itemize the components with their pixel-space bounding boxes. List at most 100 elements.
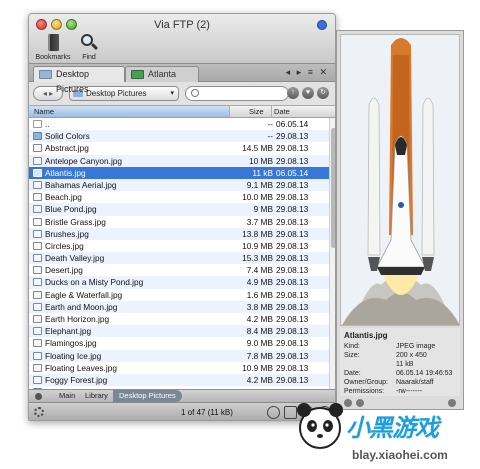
file-name: Floating Ice.jpg: [45, 350, 102, 361]
file-list: .. -- 06.05.14 Solid Colors -- 29.08.13 Abstra…: [29, 118, 329, 389]
upload-icon[interactable]: ↑: [287, 87, 299, 99]
image-file-icon: [33, 241, 42, 250]
image-file-icon: [33, 315, 42, 323]
file-size: 9.1 MB: [246, 179, 273, 190]
file-date: 29.08.13: [276, 204, 309, 215]
column-size-header[interactable]: Size: [249, 107, 264, 116]
file-date: 29.08.13: [276, 362, 309, 373]
search-input[interactable]: [185, 86, 289, 101]
file-date: 29.08.13: [276, 277, 309, 288]
image-file-icon: [33, 327, 42, 336]
search-icon: [191, 89, 199, 97]
file-date: 29.08.13: [276, 265, 309, 276]
list-scrollbar[interactable]: [329, 118, 335, 389]
column-date-header[interactable]: Date: [274, 107, 290, 116]
info-row: Owner/Group: Naarak/staff: [340, 379, 460, 388]
info-row: 11 kB: [340, 361, 460, 370]
file-date: 06.05.14: [276, 167, 309, 178]
file-row[interactable]: Eagle & Waterfall.jpg 1.6 MB 29.08.13: [29, 289, 329, 301]
file-row[interactable]: .. -- 06.05.14: [29, 118, 329, 130]
info-key: Kind:: [344, 343, 360, 350]
file-row[interactable]: Bahamas Aerial.jpg 9.1 MB 29.08.13: [29, 178, 329, 192]
file-date: 29.08.13: [276, 338, 309, 349]
file-name: Elephant.jpg: [45, 326, 92, 337]
file-row[interactable]: Brushes.jpg 13.8 MB 29.08.13: [29, 227, 329, 240]
file-row[interactable]: Earth and Moon.jpg 3.8 MB 29.08.13: [29, 300, 329, 313]
file-row[interactable]: Earth Horizon.jpg 4.2 MB 29.08.13: [29, 313, 329, 325]
image-file-icon: [33, 193, 42, 202]
file-size: 4.9 MB: [246, 277, 273, 288]
file-date: 29.08.13: [276, 326, 309, 337]
info-value: 11 kB: [396, 361, 414, 368]
folder-icon: [39, 70, 52, 79]
file-name: Solid Colors: [45, 131, 90, 142]
preview-filename: Atlantis.jpg: [344, 331, 388, 340]
file-name: Brushes.jpg: [45, 228, 89, 239]
file-row[interactable]: Floating Leaves.jpg 10.9 MB 29.08.13: [29, 362, 329, 374]
file-name: Floating Leaves.jpg: [45, 362, 117, 373]
breadcrumb-item[interactable]: Main: [59, 390, 75, 402]
file-name: Blue Pond.jpg: [45, 204, 97, 215]
space-shuttle-image: [341, 35, 459, 325]
image-file-icon: [33, 168, 42, 177]
breadcrumb-item-current[interactable]: Desktop Pictures: [113, 390, 182, 402]
tab-controls[interactable]: ◂ ▸ ≡ ✕: [286, 67, 329, 78]
file-size: 11 kB: [252, 167, 273, 178]
breadcrumb-item[interactable]: Library: [85, 390, 108, 402]
info-value: -rw-------: [396, 388, 423, 395]
file-size: 3.8 MB: [246, 301, 273, 312]
image-file-icon: [33, 217, 42, 226]
file-row[interactable]: Bristle Grass.jpg 3.7 MB 29.08.13: [29, 216, 329, 228]
info-row: Kind: JPEG image: [340, 343, 460, 352]
file-row[interactable]: Blue Pond.jpg 9 MB 29.08.13: [29, 203, 329, 216]
book-icon: [48, 34, 59, 51]
file-size: --: [267, 119, 273, 129]
column-name-header[interactable]: Name: [34, 107, 54, 116]
file-date: 29.08.13: [276, 131, 309, 142]
file-row[interactable]: Desert.jpg 7.4 MB 29.08.13: [29, 264, 329, 276]
image-file-icon: [33, 363, 42, 372]
tab-desktop-pictures[interactable]: Desktop Pictures: [33, 66, 125, 94]
file-row[interactable]: Death Valley.jpg 15.3 MB 29.08.13: [29, 252, 329, 265]
file-size: 15.3 MB: [242, 253, 273, 264]
preview-panel: Atlantis.jpg Kind: JPEG image Size: 200 x 4…: [336, 30, 464, 410]
file-size: --: [267, 131, 273, 142]
file-row[interactable]: Solid Colors -- 29.08.13: [29, 130, 329, 143]
file-row[interactable]: Floating Ice.jpg 7.8 MB 29.08.13: [29, 349, 329, 362]
file-row[interactable]: Elephant.jpg 8.4 MB 29.08.13: [29, 325, 329, 338]
file-size: 9.0 MB: [246, 338, 273, 349]
file-row[interactable]: Antelope Canyon.jpg 10 MB 29.08.13: [29, 154, 329, 167]
image-file-icon: [33, 339, 42, 348]
find-button[interactable]: Find: [67, 33, 111, 61]
file-size: 10.9 MB: [242, 362, 273, 373]
favorite-icon[interactable]: ♥: [302, 87, 314, 99]
connection-status-icon: [317, 20, 327, 30]
panda-logo: [297, 403, 343, 449]
file-row[interactable]: Foggy Forest.jpg 4.2 MB 29.08.13: [29, 373, 329, 387]
file-row[interactable]: Abstract.jpg 14.5 MB 29.08.13: [29, 142, 329, 154]
root-icon[interactable]: [35, 393, 42, 400]
image-file-icon: [33, 278, 42, 287]
file-row[interactable]: Flamingos.jpg 9.0 MB 29.08.13: [29, 337, 329, 349]
screenshot-root: Via FTP (2) Bookmarks Find Desktop Pictu…: [0, 0, 480, 469]
info-value: 06.05.14 19:46:53: [396, 370, 453, 377]
file-name: Atlantis.jpg: [45, 167, 86, 178]
info-key: Size:: [344, 352, 360, 359]
chevron-down-icon: ▾: [170, 90, 174, 97]
file-date: 06.05.14: [276, 119, 309, 129]
file-row[interactable]: Circles.jpg 10.9 MB 29.08.13: [29, 240, 329, 252]
file-row[interactable]: Beach.jpg 10.0 MB 29.08.13: [29, 191, 329, 203]
file-name: Abstract.jpg: [45, 143, 89, 154]
file-name: Desert.jpg: [45, 265, 83, 276]
gear-icon[interactable]: [34, 407, 44, 417]
file-info: Atlantis.jpg Kind: JPEG image Size: 200 x 4…: [340, 328, 460, 396]
file-name: Ducks on a Misty Pond.jpg: [45, 277, 144, 288]
watermark-site: blay.xiaohei.com: [352, 448, 448, 462]
file-row[interactable]: Atlantis.jpg 11 kB 06.05.14: [29, 166, 329, 179]
file-date: 29.08.13: [276, 155, 309, 166]
sync-icon[interactable]: [267, 406, 280, 419]
file-date: 29.08.13: [276, 289, 309, 300]
reload-icon[interactable]: ↻: [317, 87, 329, 99]
tab-atlanta[interactable]: Atlanta: [125, 66, 199, 82]
file-row[interactable]: Ducks on a Misty Pond.jpg 4.9 MB 29.08.13: [29, 276, 329, 289]
